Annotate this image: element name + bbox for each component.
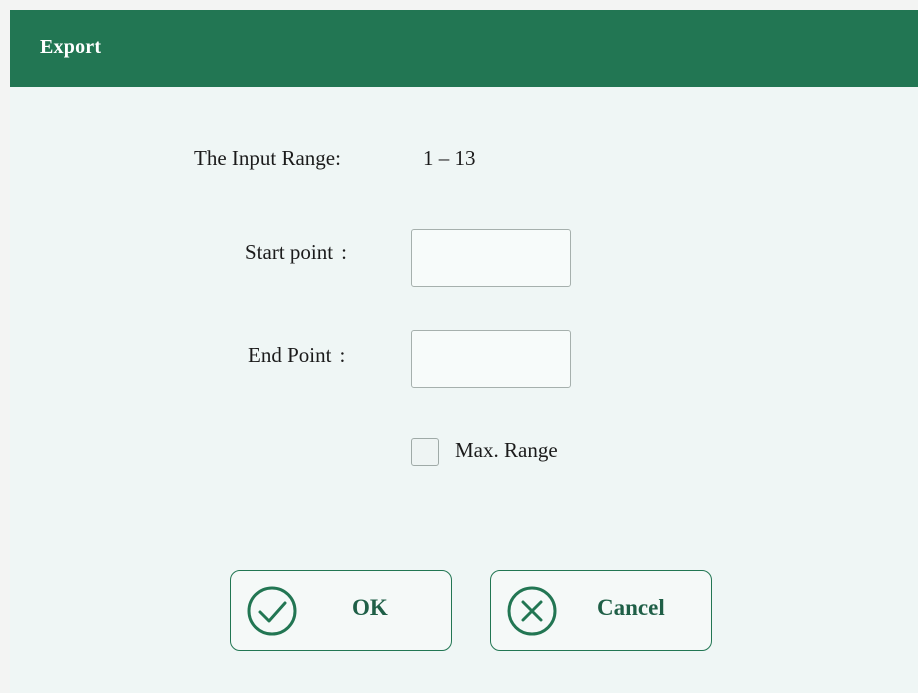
check-circle-icon	[247, 586, 297, 636]
start-point-label-text: Start point	[245, 240, 334, 264]
end-point-input[interactable]	[411, 330, 571, 388]
end-point-colon: :	[339, 343, 346, 367]
dialog-titlebar: Export	[10, 10, 918, 87]
ok-button[interactable]: OK	[230, 570, 452, 651]
dialog-title: Export	[40, 36, 102, 58]
export-dialog: Export The Input Range: 1 – 13 Start poi…	[10, 10, 918, 693]
input-range-label: The Input Range:	[194, 146, 341, 170]
end-point-label-text: End Point	[248, 343, 332, 367]
x-circle-icon	[507, 586, 557, 636]
input-range-value: 1 – 13	[423, 146, 476, 170]
cancel-button[interactable]: Cancel	[490, 570, 712, 651]
start-point-input[interactable]	[411, 229, 571, 287]
start-point-label: Start point:	[245, 240, 347, 265]
end-point-label: End Point:	[248, 343, 345, 368]
max-range-label[interactable]: Max. Range	[455, 438, 558, 463]
cancel-button-label: Cancel	[597, 595, 665, 620]
ok-button-label: OK	[352, 595, 388, 620]
start-point-colon: :	[341, 240, 347, 264]
max-range-checkbox[interactable]	[411, 438, 439, 466]
